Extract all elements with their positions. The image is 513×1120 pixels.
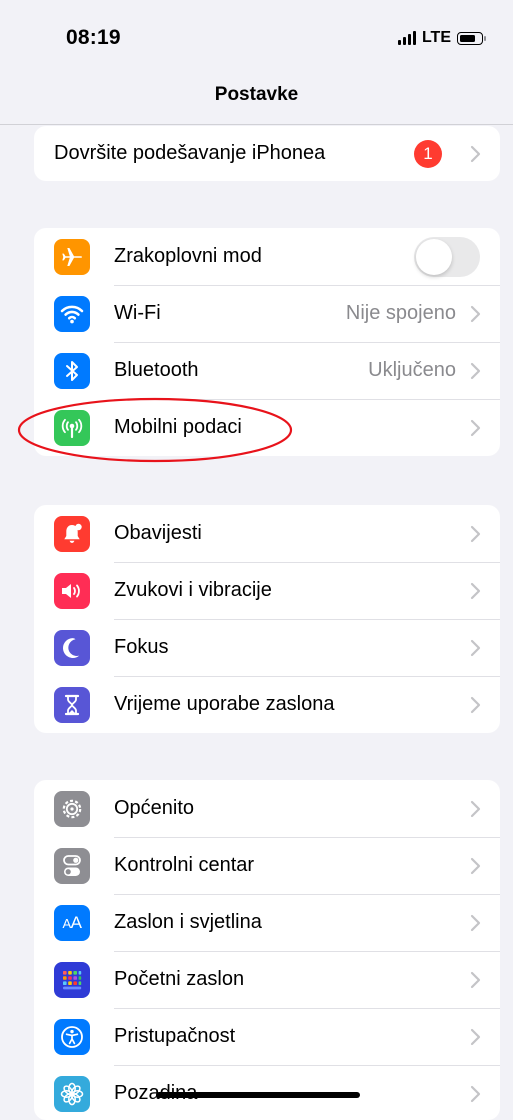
finish-setup-row[interactable]: Dovršite podešavanje iPhonea 1 xyxy=(34,126,500,181)
chevron-right-icon xyxy=(470,857,481,874)
wifi-label: Wi-Fi xyxy=(114,302,161,324)
home-screen-label: Početni zaslon xyxy=(114,968,245,990)
network-type: LTE xyxy=(421,29,451,46)
airplane-mode-row: Zrakoplovni mod xyxy=(34,228,500,285)
control-center-label: Kontrolni centar xyxy=(114,854,255,876)
general-row[interactable]: Općenito xyxy=(34,780,500,837)
general-group: Općenito Kontrolni centar AA Zaslon i sv… xyxy=(34,780,500,1120)
notifications-group: Obavijesti Zvukovi i vibracije Fokus Vri… xyxy=(34,505,500,733)
switches-icon xyxy=(54,847,90,884)
notifications-label: Obavijesti xyxy=(114,522,202,544)
home-screen-row[interactable]: Početni zaslon xyxy=(34,951,500,1008)
bell-icon xyxy=(54,515,90,552)
mobile-data-label: Mobilni podaci xyxy=(114,416,242,438)
wifi-status: Nije spojeno xyxy=(345,302,456,324)
status-bar: 08:19 LTE xyxy=(0,0,513,80)
chevron-right-icon xyxy=(470,639,481,656)
mobile-data-row[interactable]: Mobilni podaci xyxy=(34,399,500,456)
antenna-icon xyxy=(54,409,90,446)
chevron-right-icon xyxy=(470,914,481,931)
toggle-knob xyxy=(416,238,452,275)
chevron-right-icon xyxy=(470,696,481,713)
moon-icon xyxy=(54,629,90,666)
wifi-icon xyxy=(54,295,90,332)
general-label: Općenito xyxy=(114,797,195,819)
chevron-right-icon xyxy=(470,419,481,436)
status-indicators: LTE xyxy=(397,29,486,47)
wifi-row[interactable]: Wi-Fi Nije spojeno xyxy=(34,285,500,342)
hourglass-icon xyxy=(54,686,90,723)
sounds-label: Zvukovi i vibracije xyxy=(114,579,272,601)
nav-divider xyxy=(0,124,513,125)
airplane-mode-toggle[interactable] xyxy=(414,236,480,277)
display-label: Zaslon i svjetlina xyxy=(114,911,262,933)
airplane-icon xyxy=(54,238,90,275)
chevron-right-icon xyxy=(470,582,481,599)
flower-icon xyxy=(54,1075,90,1112)
gear-icon xyxy=(54,790,90,827)
notification-badge: 1 xyxy=(414,139,442,168)
chevron-right-icon xyxy=(470,1028,481,1045)
text-size-icon: AA xyxy=(54,904,90,941)
home-grid-icon xyxy=(54,961,90,998)
bluetooth-row[interactable]: Bluetooth Uključeno xyxy=(34,342,500,399)
chevron-right-icon xyxy=(470,362,481,379)
screen-time-row[interactable]: Vrijeme uporabe zaslona xyxy=(34,676,500,733)
bluetooth-status: Uključeno xyxy=(368,359,456,381)
notifications-row[interactable]: Obavijesti xyxy=(34,505,500,562)
chevron-right-icon xyxy=(470,145,481,162)
setup-group: Dovršite podešavanje iPhonea 1 xyxy=(34,126,500,181)
connectivity-group: Zrakoplovni mod Wi-Fi Nije spojeno Bluet… xyxy=(34,228,500,456)
airplane-mode-label: Zrakoplovni mod xyxy=(114,245,262,267)
speaker-icon xyxy=(54,572,90,609)
bluetooth-label: Bluetooth xyxy=(114,359,199,381)
status-time: 08:19 xyxy=(66,26,121,49)
chevron-right-icon xyxy=(470,305,481,322)
home-indicator xyxy=(156,1092,360,1098)
bluetooth-icon xyxy=(54,352,90,389)
signal-icon xyxy=(397,31,416,45)
focus-row[interactable]: Fokus xyxy=(34,619,500,676)
chevron-right-icon xyxy=(470,800,481,817)
accessibility-icon xyxy=(54,1018,90,1055)
focus-label: Fokus xyxy=(114,636,169,658)
control-center-row[interactable]: Kontrolni centar xyxy=(34,837,500,894)
chevron-right-icon xyxy=(470,1085,481,1102)
screen-time-label: Vrijeme uporabe zaslona xyxy=(114,693,335,715)
chevron-right-icon xyxy=(470,525,481,542)
accessibility-row[interactable]: Pristupačnost xyxy=(34,1008,500,1065)
finish-setup-label: Dovršite podešavanje iPhonea xyxy=(54,142,326,164)
page-title: Postavke xyxy=(214,84,299,105)
display-row[interactable]: AA Zaslon i svjetlina xyxy=(34,894,500,951)
sounds-row[interactable]: Zvukovi i vibracije xyxy=(34,562,500,619)
accessibility-label: Pristupačnost xyxy=(114,1025,236,1047)
chevron-right-icon xyxy=(470,971,481,988)
battery-icon xyxy=(457,31,486,45)
